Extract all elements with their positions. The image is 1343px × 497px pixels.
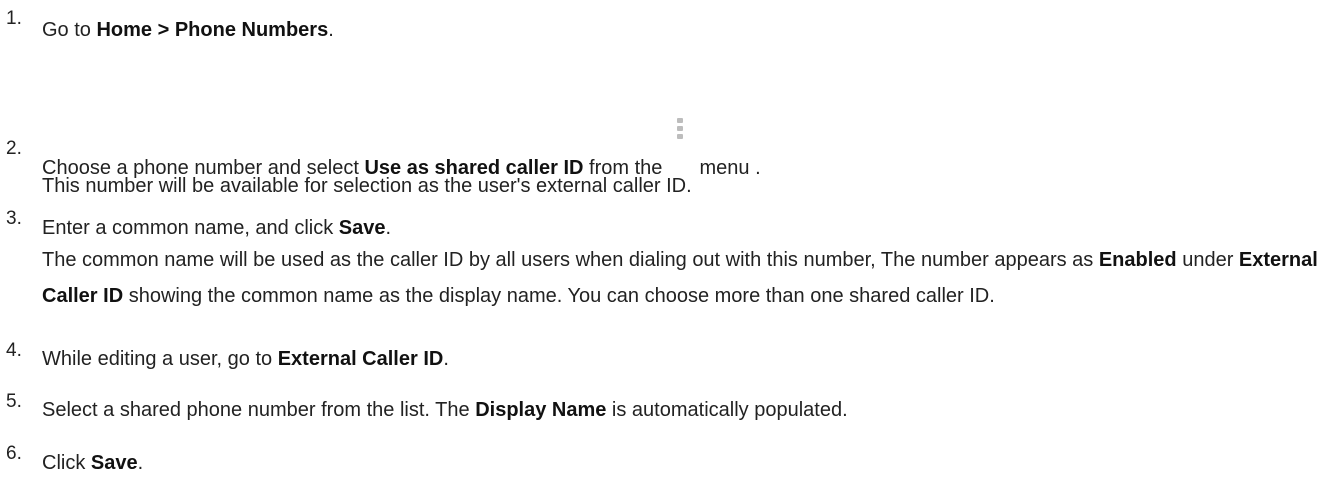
step-number: 2. <box>6 138 22 159</box>
kebab-menu-icon <box>668 118 692 178</box>
step-text: Click Save. <box>42 452 144 474</box>
step-number: 4. <box>6 340 22 361</box>
step-text: While editing a user, go to External Cal… <box>42 348 449 370</box>
field-label: Display Name <box>475 399 607 421</box>
step-note: The common name will be used as the call… <box>42 249 1318 307</box>
section-label: External Caller ID <box>277 348 444 370</box>
step-number: 6. <box>6 443 22 464</box>
step-text: Go to Home > Phone Numbers. <box>42 19 334 41</box>
status-label: Enabled <box>1098 249 1177 271</box>
step-number: 1. <box>6 8 22 29</box>
step-note: This number will be available for select… <box>42 175 692 197</box>
save-label: Save <box>90 452 138 474</box>
menu-path: Home > Phone Numbers <box>96 19 329 41</box>
step-text: Enter a common name, and click Save. <box>42 217 392 239</box>
save-label: Save <box>338 217 386 239</box>
step-number: 3. <box>6 208 22 229</box>
step-number: 5. <box>6 391 22 412</box>
step-text: Select a shared phone number from the li… <box>42 399 848 421</box>
